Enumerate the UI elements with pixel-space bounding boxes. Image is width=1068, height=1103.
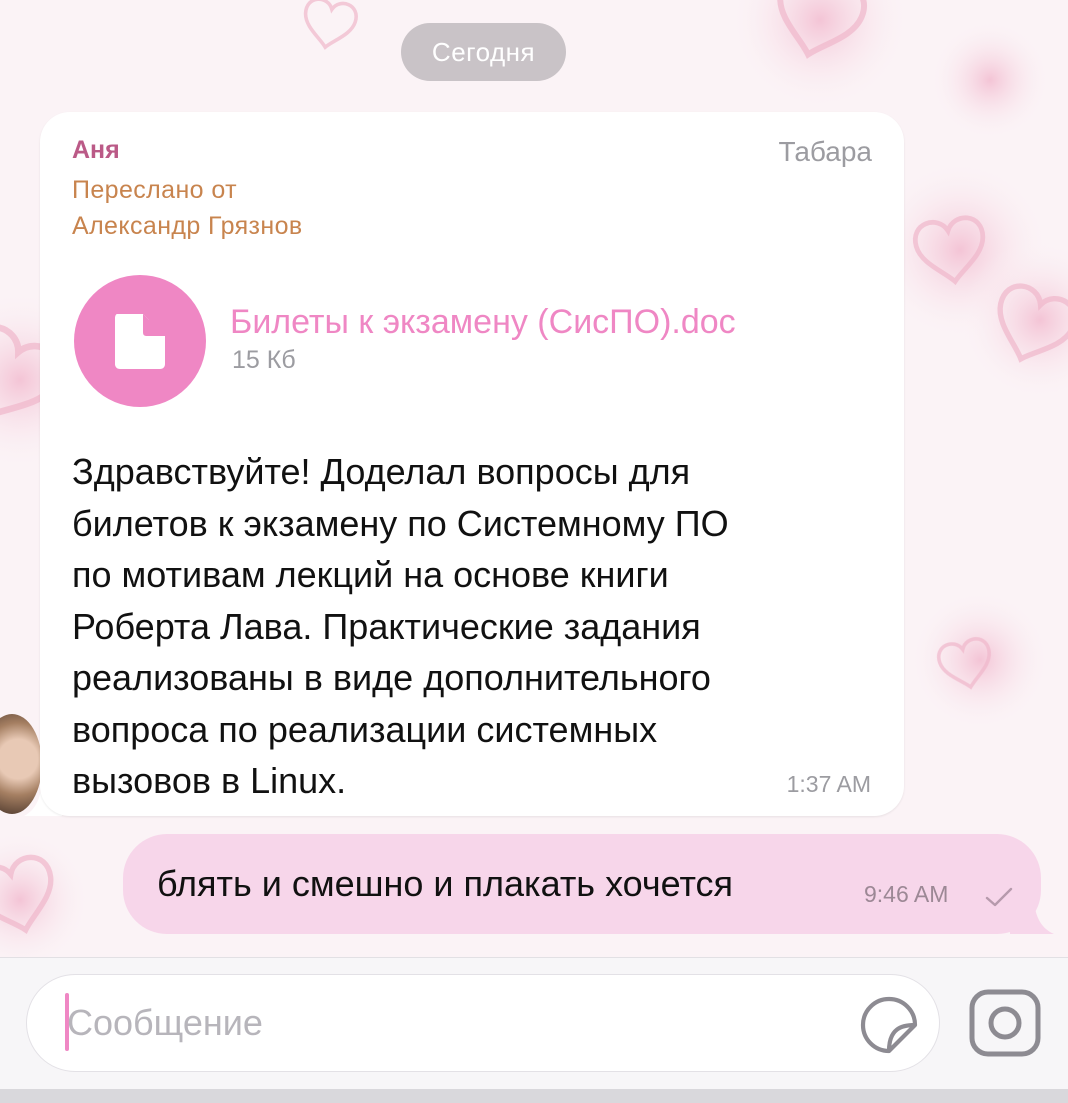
file-name-link[interactable]: Билеты к экзамену (СисПО).doc [230,303,736,342]
message-line: по мотивам лекций на основе книги [72,554,669,595]
message-line: билетов к экзамену по Системному ПО [72,502,729,544]
file-glyph-icon [115,314,165,369]
incoming-message-time: 1:37 AM [786,771,871,797]
forwarded-label: Переслано от [72,176,237,204]
message-line: Роберта Лава. Практические задания [72,605,701,647]
message-line: Здравствуйте! Доделал вопросы для [72,451,691,492]
sender-name[interactable]: Аня [72,136,120,165]
checkmark-icon [985,887,1013,907]
forwarded-from-name[interactable]: Александр Грязнов [72,212,303,241]
sticker-icon[interactable] [859,995,919,1055]
home-indicator-area [0,1089,1068,1103]
outgoing-message-text: блять и смешно и плакать хочется [157,863,734,904]
camera-icon[interactable] [968,988,1042,1058]
date-separator: Сегодня [401,23,566,81]
message-text: Здравствуйте! Доделал вопросы для билето… [72,446,892,807]
message-line: вызовов в Linux. [72,760,347,801]
document-icon[interactable] [74,275,206,407]
group-name: Табара [778,136,872,167]
outgoing-message-time: 9:46 AM [864,881,949,907]
message-input-placeholder: Сообщение [67,1002,263,1043]
message-line: вопроса по реализации системных [72,708,658,750]
message-line: реализованы в виде дополнительного [72,657,711,698]
file-size: 15 Кб [232,346,296,374]
